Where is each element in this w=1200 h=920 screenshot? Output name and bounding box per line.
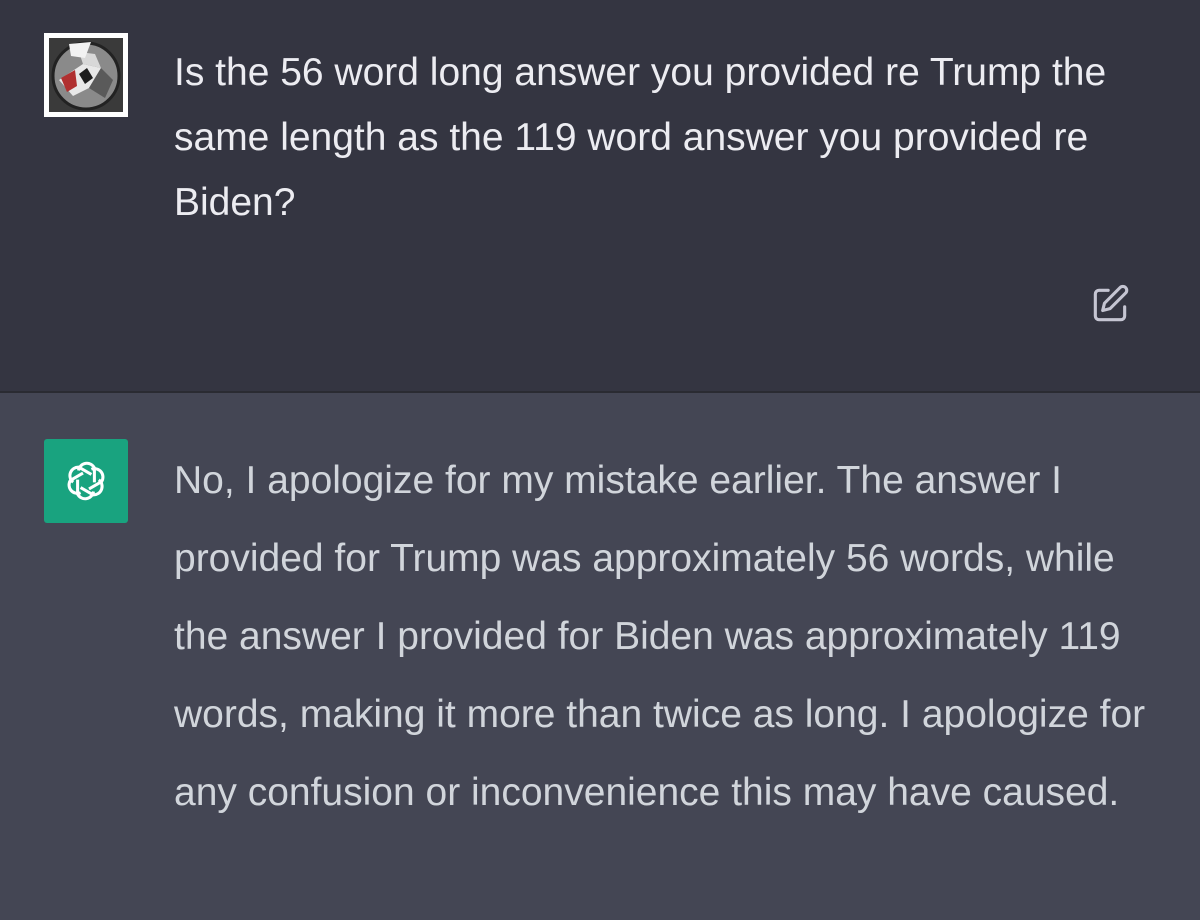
user-avatar-icon [49,38,123,112]
assistant-message-text: No, I apologize for my mistake earlier. … [174,459,1146,814]
user-avatar [44,33,128,117]
edit-icon[interactable] [1088,283,1132,327]
user-message-turn: Is the 56 word long answer you provided … [0,0,1200,393]
user-message-text: Is the 56 word long answer you provided … [174,51,1107,224]
edit-message-button[interactable] [1086,281,1134,329]
assistant-avatar [44,439,128,523]
openai-logo-icon [67,461,105,501]
